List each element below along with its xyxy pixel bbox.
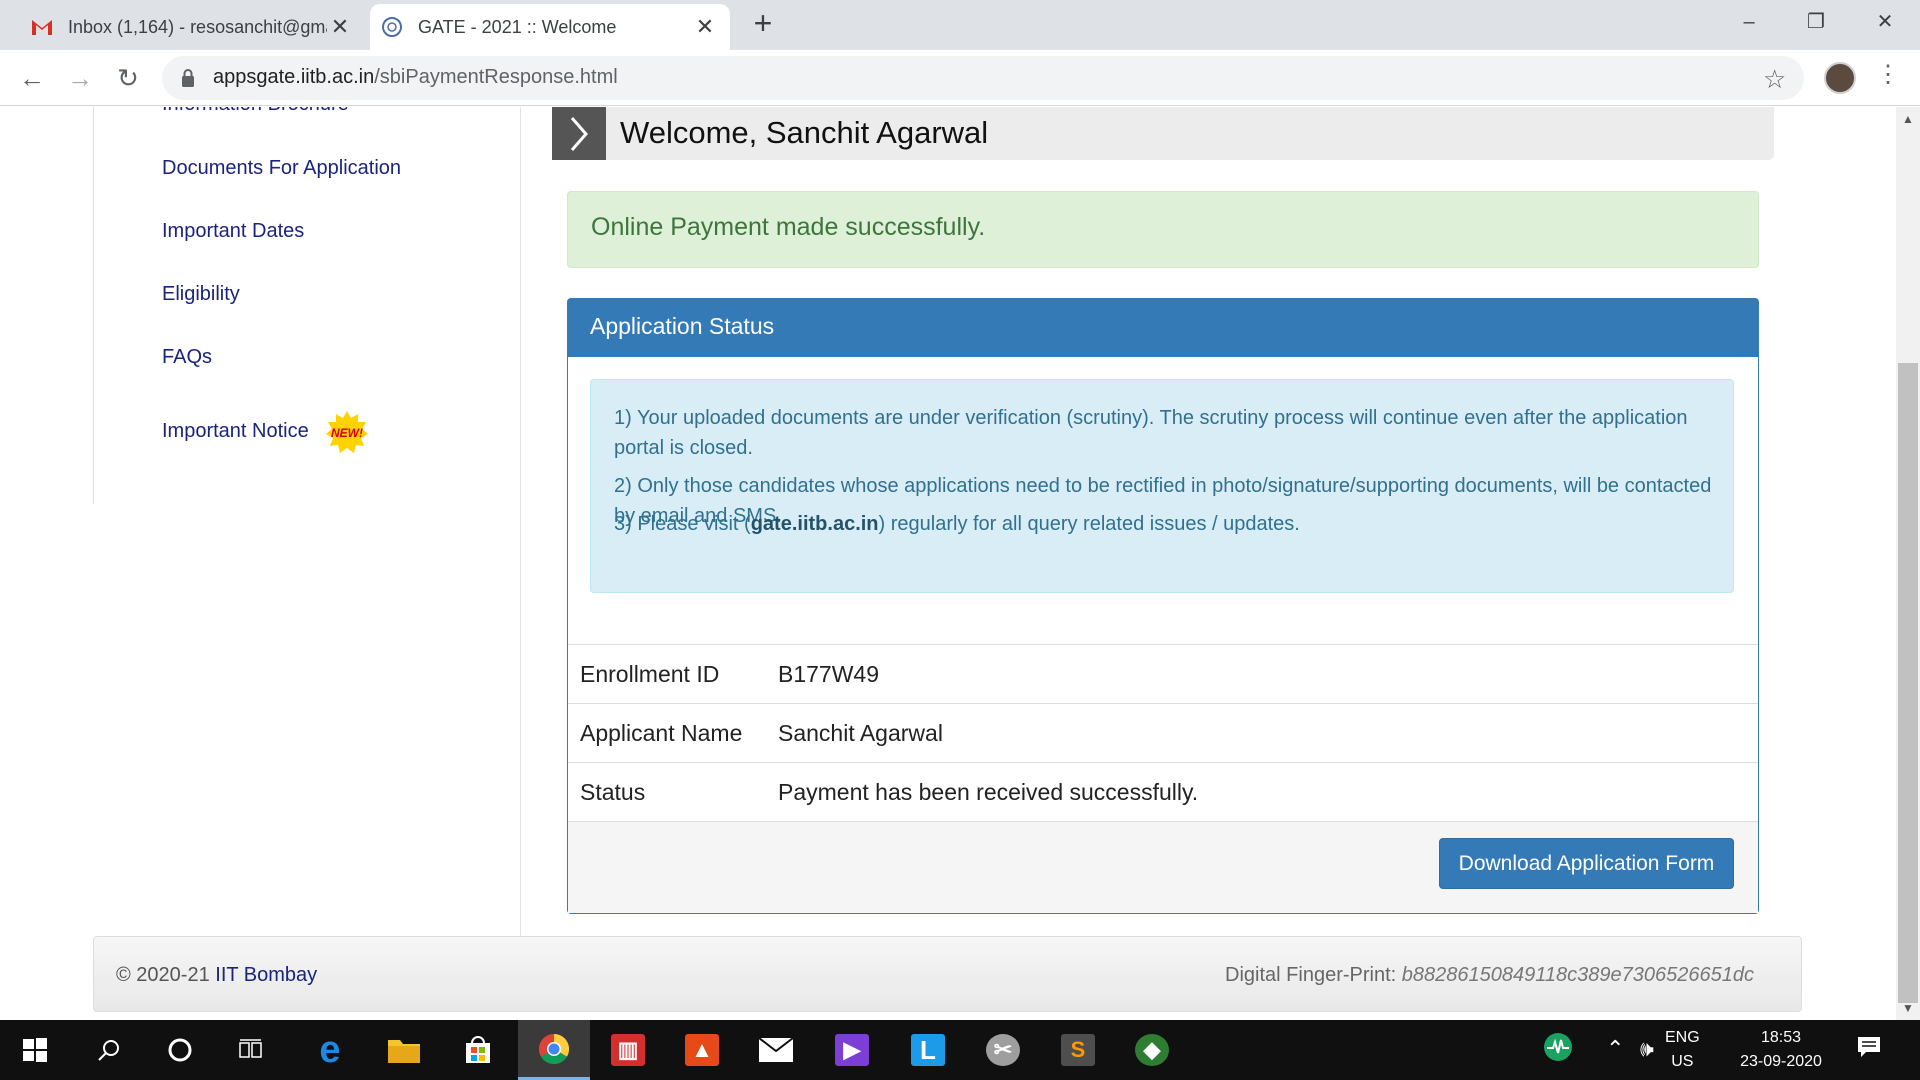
sublime-text-icon[interactable]: S — [1048, 1020, 1108, 1080]
back-arrow-icon[interactable]: ← — [14, 60, 50, 96]
enrollment-id-label: Enrollment ID — [580, 661, 720, 687]
iit-bombay-link[interactable]: IIT Bombay — [215, 964, 317, 986]
gmail-icon — [30, 15, 54, 39]
row-divider — [568, 644, 1758, 645]
enrollment-id-value: B177W49 — [778, 661, 880, 687]
new-badge-icon: NEW! — [325, 410, 369, 454]
visual-studio-icon[interactable]: ▶ — [822, 1020, 882, 1080]
scroll-up-arrow-icon[interactable]: ▲ — [1896, 107, 1920, 131]
url-text[interactable]: appsgate.iitb.ac.in/sbiPaymentResponse.h… — [213, 66, 618, 89]
search-icon[interactable] — [79, 1020, 139, 1080]
new-tab-button[interactable]: + — [748, 7, 778, 39]
profile-avatar[interactable] — [1824, 62, 1856, 94]
digital-fingerprint: Digital Finger-Print: b88286150849118c38… — [1225, 964, 1754, 987]
tab-title: GATE - 2021 :: Welcome — [418, 16, 617, 37]
applicant-name-label: Applicant Name — [580, 720, 743, 746]
iitb-logo-icon — [380, 15, 404, 39]
sidebar-item-information-brochure[interactable]: Information Brochure — [162, 107, 349, 116]
status-value: Payment has been received successfully. — [778, 779, 1199, 805]
panel-title: Application Status — [590, 313, 775, 339]
row-divider — [568, 762, 1758, 763]
launcher-l-icon[interactable]: L — [898, 1020, 958, 1080]
download-application-form-button[interactable]: Download Application Form — [1439, 838, 1734, 889]
sidebar-item-important-dates[interactable]: Important Dates — [162, 220, 304, 243]
keyboard-region: US — [1671, 1053, 1694, 1070]
mail-icon[interactable] — [746, 1020, 806, 1080]
scrollbar-thumb[interactable] — [1898, 363, 1918, 1003]
sidebar-item-eligibility[interactable]: Eligibility — [162, 283, 240, 306]
windows-taskbar — [0, 1020, 1920, 1080]
close-tab-icon[interactable]: ✕ — [692, 14, 718, 40]
language-indicator[interactable]: ENG US — [1665, 1026, 1700, 1074]
sidebar-item-important-notice[interactable]: Important Notice — [162, 420, 309, 443]
volume-icon[interactable]: 🕪 — [1640, 1036, 1654, 1062]
sidebar-item-documents[interactable]: Documents For Application — [162, 157, 401, 180]
health-monitor-icon[interactable] — [1543, 1032, 1573, 1068]
clock[interactable]: 18:53 23-09-2020 — [1735, 1026, 1827, 1074]
minimize-button[interactable]: – — [1724, 4, 1774, 40]
tab-gmail[interactable]: Inbox (1,164) - resosanchit@gma ✕ — [20, 4, 365, 50]
status-label: Status — [580, 779, 646, 805]
sidebar-divider — [93, 107, 94, 504]
language-code: ENG — [1665, 1029, 1700, 1046]
chevron-right-icon — [552, 107, 606, 160]
reader-app-icon[interactable]: ▥ — [598, 1020, 658, 1080]
copyright-text: © 2020-21 — [116, 964, 210, 986]
forward-arrow-icon[interactable]: → — [62, 60, 98, 96]
url-host: appsgate.iitb.ac.in — [213, 66, 375, 88]
edge-browser-icon[interactable]: e — [300, 1020, 360, 1080]
notifications-icon[interactable] — [1856, 1034, 1882, 1066]
note-1: 1) Your uploaded documents are under ver… — [614, 407, 1688, 459]
applicant-name-value: Sanchit Agarwal — [778, 720, 943, 746]
row-divider — [568, 703, 1758, 704]
page-content: Information Brochure Documents For Appli… — [0, 107, 1896, 1020]
jabref-icon[interactable]: ▲ — [672, 1020, 732, 1080]
bookmark-star-icon[interactable]: ☆ — [1763, 64, 1786, 95]
file-explorer-icon[interactable] — [374, 1020, 434, 1080]
microsoft-store-icon[interactable] — [448, 1020, 508, 1080]
browser-menu-icon[interactable]: ⋮ — [1876, 60, 1900, 89]
cortana-icon[interactable] — [150, 1020, 210, 1080]
snipping-tool-icon[interactable]: ✂ — [973, 1020, 1033, 1080]
success-message: Online Payment made successfully. — [591, 213, 986, 241]
task-view-icon[interactable] — [221, 1020, 281, 1080]
fingerprint-label: Digital Finger-Print: — [1225, 964, 1397, 986]
reload-icon[interactable]: ↻ — [110, 60, 146, 96]
note-3-prefix: 3) Please visit ( — [614, 513, 751, 535]
tab-title: Inbox (1,164) - resosanchit@gma — [68, 16, 327, 37]
time: 18:53 — [1760, 1029, 1802, 1046]
restore-button[interactable]: ❐ — [1791, 4, 1841, 40]
sidebar-item-faqs[interactable]: FAQs — [162, 346, 212, 369]
windows-start-icon[interactable] — [5, 1020, 65, 1080]
svg-text:NEW!: NEW! — [331, 426, 363, 440]
gate-website-link[interactable]: gate.iitb.ac.in — [751, 513, 879, 535]
date: 23-09-2020 — [1740, 1053, 1822, 1070]
note-3: 3) Please visit (gate.iitb.ac.in) regula… — [614, 509, 1714, 539]
chrome-icon[interactable] — [518, 1020, 590, 1080]
copyright: © 2020-21 IIT Bombay — [116, 964, 317, 987]
android-studio-icon[interactable]: ◆ — [1122, 1020, 1182, 1080]
scroll-down-arrow-icon[interactable]: ▼ — [1896, 996, 1920, 1020]
url-path: /sbiPaymentResponse.html — [374, 66, 618, 88]
page-title: Welcome, Sanchit Agarwal — [620, 115, 989, 150]
close-window-button[interactable]: ✕ — [1860, 4, 1910, 40]
lock-icon[interactable] — [180, 68, 196, 88]
note-3-suffix: ) regularly for all query related issues… — [878, 513, 1300, 535]
chevron-up-icon[interactable]: ⌃ — [1606, 1036, 1624, 1062]
close-tab-icon[interactable]: ✕ — [327, 14, 353, 40]
main-divider — [520, 107, 521, 937]
tab-gate[interactable]: GATE - 2021 :: Welcome ✕ — [370, 4, 730, 50]
fingerprint-value: b88286150849118c389e7306526651dc — [1401, 964, 1754, 986]
